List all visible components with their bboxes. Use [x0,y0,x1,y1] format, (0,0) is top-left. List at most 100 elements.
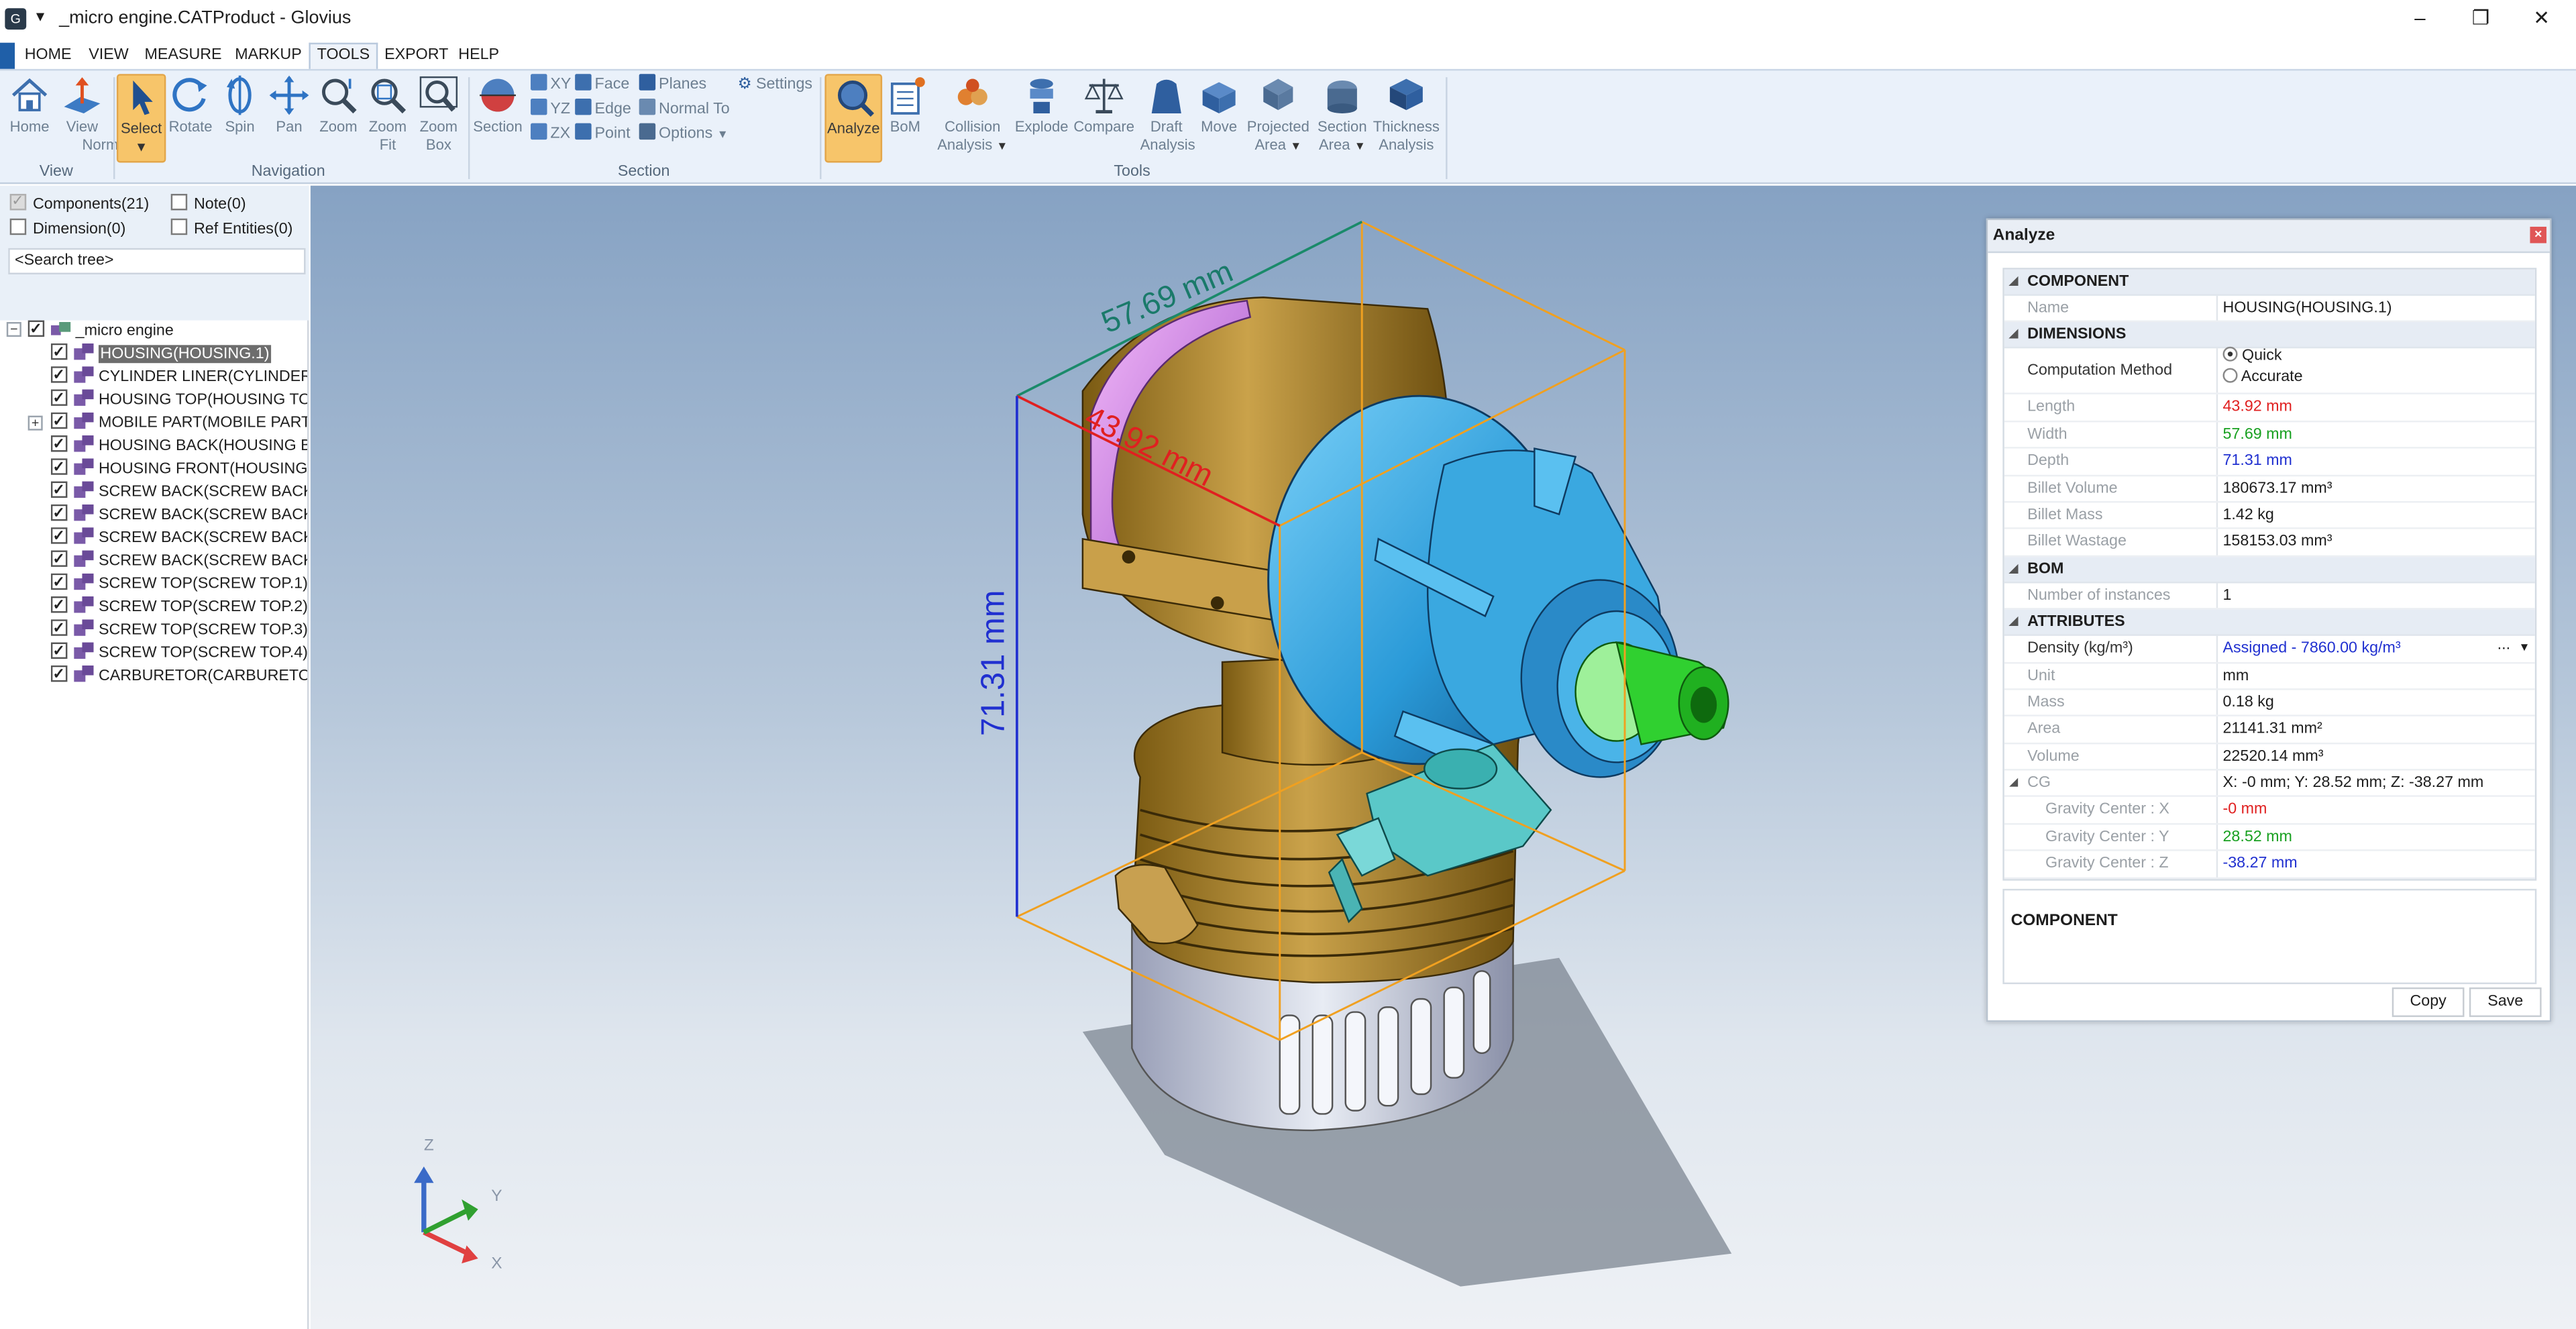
zoom-fit-button[interactable]: Zoom Fit [365,74,411,154]
section-settings-button[interactable]: ⚙ Settings [738,74,812,97]
collision-analysis-button[interactable]: Collision Analysis ▼ [936,74,1009,156]
projected-area-button[interactable]: Projected Area ▼ [1245,74,1311,156]
filter-ref-entities-checkbox[interactable]: Ref Entities(0) [170,218,292,238]
attributes-section[interactable]: ATTRIBUTES [2004,609,2535,637]
section-zx-label: ZX [550,125,571,144]
axis-z-label: Z [424,1136,434,1154]
filter-components-checkbox[interactable]: Components(21) [9,191,149,213]
section-normal-to-button[interactable]: Normal To [639,98,730,121]
menu-view[interactable]: VIEW [82,43,135,69]
visibility-checkbox[interactable] [50,665,68,685]
section-zx-button[interactable]: ZX [531,123,570,146]
visibility-checkbox[interactable] [50,389,68,409]
density-more-button[interactable]: ... [2498,633,2510,659]
menu-markup[interactable]: MARKUP [228,43,308,69]
zoom-icon [322,78,357,114]
app-menu-button[interactable] [0,42,15,69]
close-icon[interactable]: ✕ [2525,5,2558,31]
tree-item[interactable]: SCREW TOP(SCREW TOP.3) [50,619,307,642]
tree-item[interactable]: HOUSING TOP(HOUSING TOP [50,389,307,412]
tree-item[interactable]: SCREW BACK(SCREW BACK.3) [50,527,307,550]
save-button[interactable]: Save [2469,987,2542,1017]
spin-button[interactable]: Spin [217,74,263,136]
compare-button[interactable]: Compare [1071,74,1137,136]
tree-item[interactable]: CYLINDER LINER(CYLINDER LI [50,366,307,389]
section-point-button[interactable]: Point [575,123,631,146]
accurate-radio[interactable]: Accurate [2222,366,2303,392]
minimize-icon[interactable]: – [2404,5,2436,31]
search-tree-input[interactable]: <Search tree> [8,248,306,274]
pan-button[interactable]: Pan [266,74,313,136]
visibility-checkbox[interactable] [50,642,68,662]
tree-item[interactable]: MOBILE PART(MOBILE PART.1 [50,412,307,435]
view-normal-button[interactable]: View Normal [56,74,130,154]
draft-analysis-button[interactable]: Draft Analysis [1140,74,1195,154]
move-button[interactable]: Move [1196,74,1242,136]
visibility-checkbox[interactable] [50,573,68,593]
visibility-checkbox[interactable] [50,550,68,570]
section-button[interactable]: Section [472,74,524,136]
visibility-checkbox[interactable] [50,458,68,478]
zoom-box-button[interactable]: Zoom Box [414,74,463,154]
menu-export[interactable]: EXPORT [378,43,455,69]
tree-item[interactable]: SCREW BACK(SCREW BACK.2) [50,504,307,527]
menu-help[interactable]: HELP [451,43,505,69]
visibility-checkbox[interactable] [50,527,68,547]
filter-dimension-checkbox[interactable]: Dimension(0) [9,218,125,238]
tree-item[interactable]: SCREW TOP(SCREW TOP.2) [50,596,307,619]
bom-section[interactable]: BOM [2004,556,2535,583]
analyze-button[interactable]: Analyze [824,74,883,163]
density-value[interactable]: Assigned - 7860.00 kg/m³ [2222,636,2400,662]
visibility-checkbox[interactable] [50,412,68,432]
thickness-analysis-button[interactable]: Thickness Analysis [1372,74,1441,154]
section-edge-button[interactable]: Edge [575,98,631,121]
visibility-checkbox[interactable] [50,343,68,363]
tree-item[interactable]: CARBURETOR(CARBURETOR.1 [50,665,307,688]
filter-note-checkbox[interactable]: Note(0) [170,193,246,213]
section-planes-button[interactable]: Planes [639,74,706,97]
tree-item[interactable]: HOUSING BACK(HOUSING BA [50,435,307,458]
visibility-checkbox[interactable] [50,366,68,386]
visibility-checkbox[interactable] [50,435,68,455]
visibility-checkbox[interactable] [50,596,68,616]
visibility-checkbox[interactable] [50,619,68,639]
section-xy-button[interactable]: XY [531,74,571,97]
tree-item[interactable]: HOUSING(HOUSING.1) [50,343,307,366]
mass-value: 0.18 kg [2222,693,2274,712]
visibility-checkbox[interactable] [50,481,68,501]
menu-measure[interactable]: MEASURE [138,43,229,69]
tree-item[interactable]: HOUSING FRONT(HOUSING F [50,458,307,481]
section-face-button[interactable]: Face [575,74,629,97]
plane-yz-icon [531,98,547,115]
tree-root[interactable]: _micro engine [28,320,174,343]
section-area-button[interactable]: Section Area ▼ [1314,74,1370,156]
close-icon[interactable]: × [2530,226,2546,244]
menu-bar: HOME VIEW MEASURE MARKUP TOOLS EXPORT HE… [0,42,2576,69]
section-options-button[interactable]: Options ▼ [639,123,729,146]
component-section[interactable]: COMPONENT [2004,269,2535,296]
home-button[interactable]: Home [5,74,54,136]
restore-icon[interactable]: ❐ [2464,5,2497,31]
tree-item[interactable]: SCREW TOP(SCREW TOP.1) [50,573,307,596]
instances-row: Number of instances 1 [2004,582,2535,610]
select-button[interactable]: Select ▼ [116,74,166,163]
section-yz-button[interactable]: YZ [531,98,570,121]
collapse-icon[interactable]: ◢ [2009,771,2018,797]
tree-item[interactable]: SCREW BACK(SCREW BACK.1) [50,481,307,504]
menu-tools[interactable]: TOOLS [309,42,378,69]
rotate-button[interactable]: Rotate [168,74,214,136]
visibility-checkbox[interactable] [50,504,68,524]
tree-item[interactable]: SCREW BACK(SCREW BACK.4) [50,550,307,573]
zoom-button[interactable]: Zoom [315,74,362,136]
quick-access-dropdown[interactable]: ▾ [36,8,44,26]
visibility-checkbox[interactable] [28,320,45,340]
chevron-down-icon[interactable]: ▼ [118,138,164,156]
expand-icon[interactable]: + [28,415,43,431]
chevron-down-icon[interactable]: ▼ [2518,636,2530,662]
collapse-icon[interactable]: − [6,322,21,337]
menu-home[interactable]: HOME [18,43,78,69]
tree-item[interactable]: SCREW TOP(SCREW TOP.4) [50,642,307,666]
bom-button[interactable]: BoM [885,74,925,136]
copy-button[interactable]: Copy [2392,987,2465,1017]
explode-button[interactable]: Explode [1014,74,1069,136]
